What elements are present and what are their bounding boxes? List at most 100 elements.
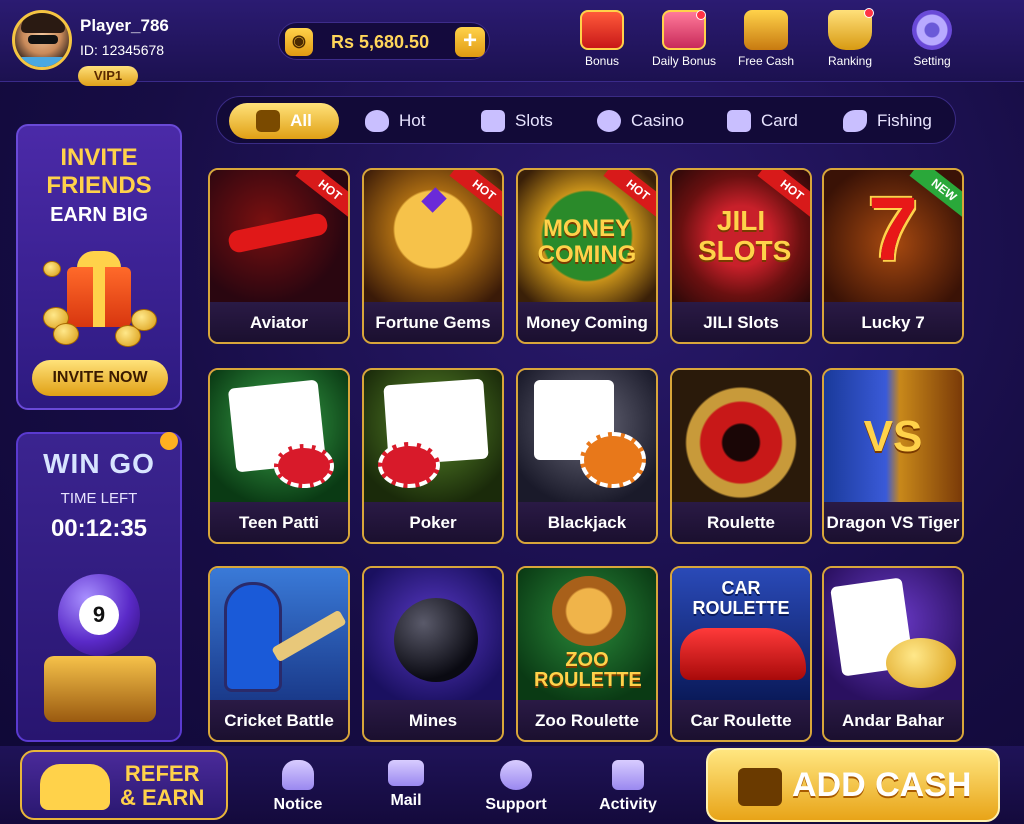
gift-box-icon	[612, 760, 644, 790]
notification-dot	[696, 10, 706, 20]
cards-icon	[727, 110, 751, 132]
headset-icon	[500, 760, 532, 790]
game-card-roulette[interactable]: Roulette	[670, 368, 812, 544]
countdown-timer: 00:12:35	[50, 515, 148, 542]
topnav-setting[interactable]: Setting	[898, 10, 966, 74]
add-balance-button[interactable]: +	[455, 27, 485, 57]
game-name: Cricket Battle	[210, 700, 348, 740]
coin-icon	[43, 261, 61, 277]
topnav-ranking[interactable]: Ranking	[816, 8, 884, 74]
wallet-icon: ◉	[285, 28, 313, 56]
game-name: Teen Patti	[210, 502, 348, 542]
vip-badge[interactable]: VIP1	[78, 66, 138, 86]
game-card-mines[interactable]: Mines	[362, 566, 504, 742]
game-card-aviator[interactable]: HOT Aviator	[208, 168, 350, 344]
cricket-bat-icon	[271, 609, 347, 663]
game-logo-text: MONEY COMING	[537, 215, 637, 268]
fish-icon	[843, 110, 867, 132]
game-art: ZOO ROULETTE	[518, 568, 656, 700]
invite-title-2: FRIENDS	[46, 172, 152, 199]
refer-line-2: & EARN	[120, 785, 205, 810]
tab-card[interactable]: Card	[727, 103, 798, 139]
invite-panel[interactable]: INVITE FRIENDS EARN BIG INVITE NOW	[16, 124, 182, 410]
lion-icon	[552, 576, 626, 646]
topnav-bonus[interactable]: Bonus	[568, 10, 636, 74]
poker-chips-icon	[378, 442, 440, 488]
gift-ribbon	[93, 267, 105, 327]
coin-icon	[115, 325, 141, 347]
game-logo-text: VS	[863, 412, 923, 461]
tab-hot[interactable]: Hot	[365, 103, 425, 139]
cart-icon	[738, 768, 782, 806]
topnav-label: Ranking	[827, 54, 873, 68]
tab-all[interactable]: All	[229, 103, 339, 139]
game-name: Car Roulette	[672, 700, 810, 740]
invite-title-1: INVITE	[60, 144, 138, 171]
topnav-label: Bonus	[584, 54, 620, 68]
game-art: VS	[824, 370, 962, 502]
game-art	[210, 370, 348, 502]
tab-casino[interactable]: Casino	[597, 103, 684, 139]
topnav-label: Daily Bonus	[651, 54, 717, 68]
game-name: Mines	[364, 700, 502, 740]
game-card-zoo-roulette[interactable]: ZOO ROULETTE Zoo Roulette	[516, 566, 658, 742]
badge-icon	[160, 432, 178, 450]
invite-now-button[interactable]: INVITE NOW	[32, 360, 168, 396]
game-name: Roulette	[672, 502, 810, 542]
bomb-icon	[394, 598, 478, 682]
tab-label: All	[290, 111, 312, 130]
game-card-teen-patti[interactable]: Teen Patti	[208, 368, 350, 544]
game-name: Dragon VS Tiger	[824, 502, 962, 542]
nav-label: Notice	[273, 796, 323, 813]
tab-label: Casino	[631, 111, 684, 130]
avatar[interactable]	[12, 10, 72, 70]
nav-mail[interactable]: Mail	[366, 760, 446, 810]
tab-fishing[interactable]: Fishing	[843, 103, 932, 139]
game-card-fortune-gems[interactable]: HOT Fortune Gems	[362, 168, 504, 344]
win-go-panel[interactable]: WIN GO TIME LEFT 00:12:35 9	[16, 432, 182, 742]
avatar-hair	[21, 13, 65, 33]
game-art	[672, 370, 810, 502]
topnav-free-cash[interactable]: Free Cash	[732, 10, 800, 74]
player-id: ID: 12345678	[80, 42, 165, 58]
notification-dot	[864, 8, 874, 18]
nav-activity[interactable]: Activity	[588, 760, 668, 814]
airplane-icon	[226, 211, 330, 255]
game-name: Money Coming	[518, 302, 656, 342]
gift-box-illustration	[39, 237, 159, 347]
nav-label: Mail	[390, 792, 422, 809]
game-card-jili-slots[interactable]: JILI SLOTS HOT JILI Slots	[670, 168, 812, 344]
time-left-label: TIME LEFT	[60, 490, 138, 507]
cricket-player-icon	[224, 582, 282, 692]
nav-support[interactable]: Support	[476, 760, 556, 814]
game-art	[210, 568, 348, 700]
refer-earn-label: REFER & EARN	[120, 762, 204, 810]
nav-notice[interactable]: Notice	[258, 760, 338, 814]
treasure-chest-illustration	[44, 656, 156, 722]
tab-label: Slots	[515, 111, 553, 130]
tab-slots[interactable]: Slots	[481, 103, 553, 139]
game-card-poker[interactable]: Poker	[362, 368, 504, 544]
game-card-car-roulette[interactable]: CAR ROULETTE Car Roulette	[670, 566, 812, 742]
add-cash-label: ADD CASH	[792, 766, 972, 804]
game-art	[824, 568, 962, 700]
game-name: Zoo Roulette	[518, 700, 656, 740]
game-art	[364, 568, 502, 700]
game-name: Fortune Gems	[364, 302, 502, 342]
win-go-title: WIN GO	[43, 448, 155, 479]
game-card-money-coming[interactable]: MONEY COMING HOT Money Coming	[516, 168, 658, 344]
coin-pile-icon	[886, 638, 956, 688]
poker-chips-icon	[274, 444, 334, 488]
game-card-lucky-7[interactable]: 7 NEW Lucky 7	[822, 168, 964, 344]
game-logo-text: CAR ROULETTE	[692, 578, 790, 618]
add-cash-button[interactable]: ADD CASH	[706, 748, 1000, 822]
game-card-cricket-battle[interactable]: Cricket Battle	[208, 566, 350, 742]
game-card-andar-bahar[interactable]: Andar Bahar	[822, 566, 964, 742]
game-card-blackjack[interactable]: Blackjack	[516, 368, 658, 544]
treasure-icon	[744, 10, 788, 50]
topnav-label: Free Cash	[737, 54, 795, 68]
topnav-daily-bonus[interactable]: Daily Bonus	[650, 10, 718, 74]
invite-subtitle: EARN BIG	[50, 204, 148, 226]
refer-earn-button[interactable]: REFER & EARN	[20, 750, 228, 820]
game-card-dragon-vs-tiger[interactable]: VS Dragon VS Tiger	[822, 368, 964, 544]
